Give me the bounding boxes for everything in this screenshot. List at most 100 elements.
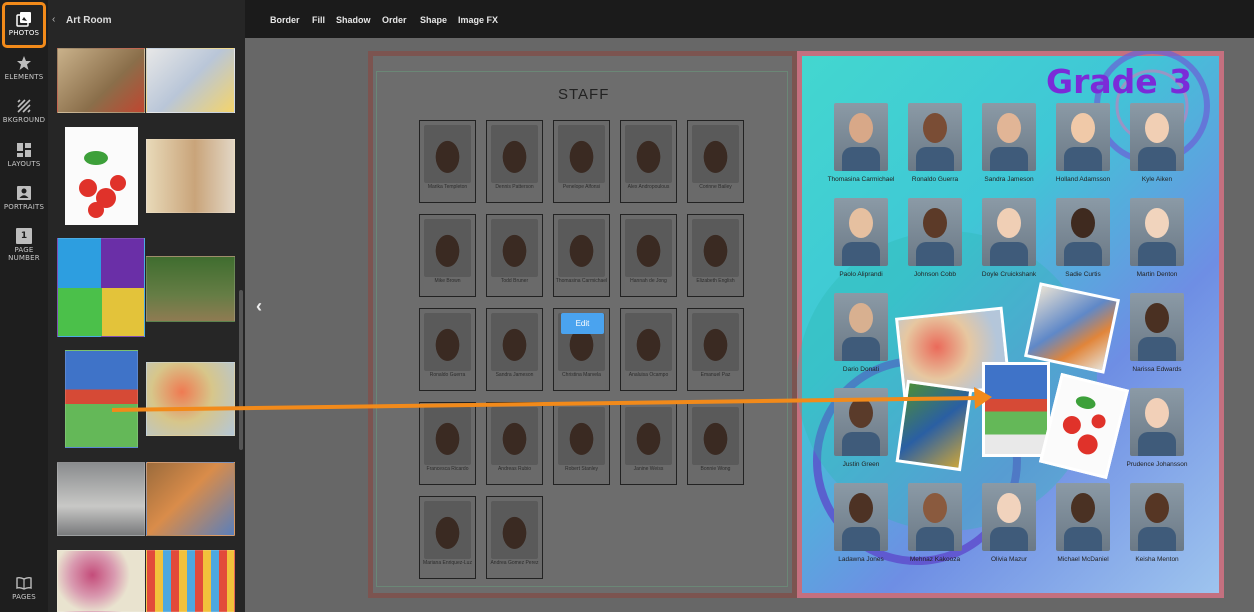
staff-portrait-card[interactable]: Alex Andropoulous <box>620 120 677 203</box>
student-portrait[interactable] <box>908 103 962 171</box>
student-portrait[interactable] <box>1130 103 1184 171</box>
student-portrait[interactable] <box>1130 483 1184 551</box>
rail-portraits-button[interactable]: PORTRAITS <box>0 185 48 211</box>
photo-thumbnail[interactable] <box>146 256 235 322</box>
staff-portrait-name: Dennis Patterson <box>495 184 534 190</box>
student-portrait[interactable] <box>834 483 888 551</box>
toolbar-shadow-button[interactable]: Shadow <box>336 15 371 25</box>
student-portrait[interactable] <box>982 483 1036 551</box>
student-shirt <box>1138 432 1176 456</box>
staff-portrait-card[interactable]: Sandra Jameson <box>486 308 543 391</box>
student-portrait[interactable] <box>1130 293 1184 361</box>
student-portrait[interactable] <box>908 198 962 266</box>
photo-thumbnail[interactable] <box>146 550 235 612</box>
student-portrait[interactable] <box>982 198 1036 266</box>
toolbar-shape-button[interactable]: Shape <box>420 15 447 25</box>
staff-portrait-name: Mike Brown <box>434 278 461 284</box>
staff-portrait-card[interactable]: Todd Bruner <box>486 214 543 297</box>
staff-portrait-card[interactable]: Elizabeth English <box>687 214 744 297</box>
student-shirt <box>990 527 1028 551</box>
dropped-collage-artwork[interactable] <box>982 362 1050 457</box>
student-name: Justin Green <box>842 461 880 468</box>
staff-portrait-card[interactable]: Ronaldo Guerra <box>419 308 476 391</box>
student-portrait[interactable] <box>834 198 888 266</box>
student-portrait[interactable] <box>1056 483 1110 551</box>
rail-layouts-button[interactable]: LAYOUTS <box>0 142 48 168</box>
student-name: Ladawna Jones <box>838 556 884 563</box>
student-portrait[interactable] <box>834 293 888 361</box>
student-face <box>1145 303 1169 333</box>
photo-thumbnail[interactable] <box>57 48 145 113</box>
grade-title[interactable]: Grade 3 <box>1046 62 1192 101</box>
toolbar-order-button[interactable]: Order <box>382 15 407 25</box>
student-portrait[interactable] <box>908 483 962 551</box>
student-face <box>1071 493 1095 523</box>
rail-pages-button[interactable]: PAGES <box>0 575 48 601</box>
staff-portrait-card[interactable]: Marika Templeton <box>419 120 476 203</box>
photo-thumbnail[interactable] <box>146 139 235 213</box>
staff-portrait-card[interactable]: Analuisa Ocampo <box>620 308 677 391</box>
student-name: Olivia Mazur <box>990 556 1028 563</box>
rail-photos-button[interactable]: PHOTOS <box>2 2 46 48</box>
staff-portrait-card[interactable]: Robert Stanley <box>553 402 610 485</box>
staff-portrait-card[interactable]: Bonnie Wong <box>687 402 744 485</box>
background-icon <box>17 99 31 113</box>
staff-portrait-name: Todd Bruner <box>500 278 529 284</box>
staff-portrait-name: Christina Marvela <box>562 372 601 378</box>
student-portrait[interactable] <box>834 103 888 171</box>
toolbar-fill-button[interactable]: Fill <box>312 15 325 25</box>
rail-background-button[interactable]: BKGROUND <box>0 98 48 124</box>
prev-page-chevron-icon[interactable]: ‹ <box>256 296 262 317</box>
student-name: Narissa Edwards <box>1132 366 1182 373</box>
photo-thumbnail[interactable] <box>65 127 138 225</box>
student-name: Ronaldo Guerra <box>911 176 959 183</box>
staff-portrait-card[interactable]: Emanuel Paz <box>687 308 744 391</box>
staff-portrait-photo <box>424 501 471 559</box>
photo-thumbnail[interactable] <box>146 362 235 436</box>
staff-portrait-photo <box>424 313 471 371</box>
staff-portrait-card[interactable]: Corinne Bailey <box>687 120 744 203</box>
student-portrait[interactable] <box>1056 103 1110 171</box>
staff-portrait-card[interactable]: Janine Weiss <box>620 402 677 485</box>
staff-portrait-name: Thomasina Carmichael <box>555 278 608 284</box>
rail-page-number-button[interactable]: 1 PAGE NUMBER <box>0 228 48 262</box>
photo-thumbnail[interactable] <box>57 550 145 612</box>
staff-portrait-card[interactable]: Thomasina Carmichael <box>553 214 610 297</box>
student-shirt <box>1138 527 1176 551</box>
back-chevron-icon[interactable]: ‹ <box>52 14 55 25</box>
student-portrait[interactable] <box>834 388 888 456</box>
student-name: Doyle Cruickshank <box>981 271 1037 278</box>
student-portrait[interactable] <box>982 103 1036 171</box>
photo-thumbnail[interactable] <box>57 238 145 337</box>
photo-thumbnail-selected[interactable] <box>65 350 138 448</box>
student-portrait[interactable] <box>1130 198 1184 266</box>
student-shirt <box>842 337 880 361</box>
edit-button[interactable]: Edit <box>561 313 604 334</box>
staff-portrait-card[interactable]: Mike Brown <box>419 214 476 297</box>
student-face <box>849 113 873 143</box>
staff-portrait-card[interactable]: Dennis Patterson <box>486 120 543 203</box>
photo-thumbnail[interactable] <box>146 462 235 536</box>
student-face <box>849 398 873 428</box>
staff-portrait-card[interactable]: Mariana Enriquez-Luz <box>419 496 476 579</box>
panel-scrollbar[interactable] <box>239 290 243 450</box>
student-portrait[interactable] <box>1056 198 1110 266</box>
toolbar-image-fx-button[interactable]: Image FX <box>458 15 498 25</box>
stained-glass-artwork[interactable] <box>895 379 973 472</box>
staff-portrait-card[interactable]: Hannah de Jong <box>620 214 677 297</box>
rail-pages-label: PAGES <box>12 593 36 601</box>
staff-portrait-card[interactable]: Andreas Rubio <box>486 402 543 485</box>
photo-thumbnail[interactable] <box>57 462 145 536</box>
photo-thumbnail[interactable] <box>146 48 235 113</box>
staff-portrait-card[interactable]: Penelope Alfonsi <box>553 120 610 203</box>
flower-painting-icon <box>79 151 126 218</box>
staff-portrait-photo <box>625 313 672 371</box>
rail-layouts-label: LAYOUTS <box>7 160 41 168</box>
staff-title[interactable]: STAFF <box>558 86 609 103</box>
student-name: Paolo Aliprandi <box>839 271 883 278</box>
staff-portrait-card[interactable]: Francesca Ricardo <box>419 402 476 485</box>
rail-elements-button[interactable]: ELEMENTS <box>0 55 48 81</box>
toolbar-border-button[interactable]: Border <box>270 15 300 25</box>
student-portrait[interactable] <box>1130 388 1184 456</box>
staff-portrait-card[interactable]: Andrea Gomez Perez <box>486 496 543 579</box>
